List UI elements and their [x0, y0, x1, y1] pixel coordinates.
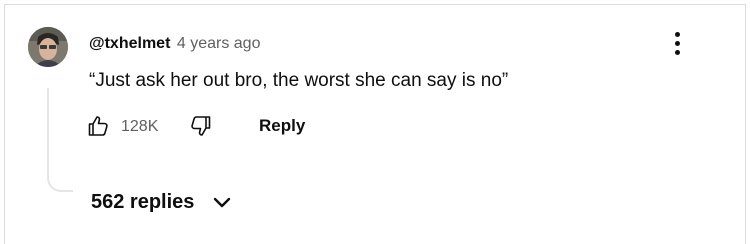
chevron-down-icon	[214, 197, 231, 208]
author-name[interactable]: @txhelmet	[89, 35, 170, 52]
like-count: 128K	[121, 118, 159, 135]
comment-text: “Just ask her out bro, the worst she can…	[89, 70, 509, 91]
comment-timestamp[interactable]: 4 years ago	[177, 35, 261, 52]
thumbs-up-icon	[88, 116, 108, 136]
thread-connector-line	[47, 88, 73, 192]
comment-header: @txhelmet 4 years ago	[89, 34, 260, 54]
reply-button[interactable]: Reply	[259, 116, 305, 136]
vertical-dots-icon	[674, 31, 680, 37]
avatar-image	[28, 27, 68, 67]
replies-count: 562 replies	[91, 191, 195, 213]
menu-dot	[674, 49, 680, 55]
menu-dot	[674, 40, 680, 46]
avatar[interactable]	[28, 27, 68, 67]
view-replies-button[interactable]: 562 replies	[91, 189, 234, 215]
like-button[interactable]	[86, 114, 110, 138]
comment-menu-button[interactable]	[666, 28, 688, 58]
thumbs-down-icon	[191, 116, 211, 136]
dislike-button[interactable]	[189, 114, 213, 138]
